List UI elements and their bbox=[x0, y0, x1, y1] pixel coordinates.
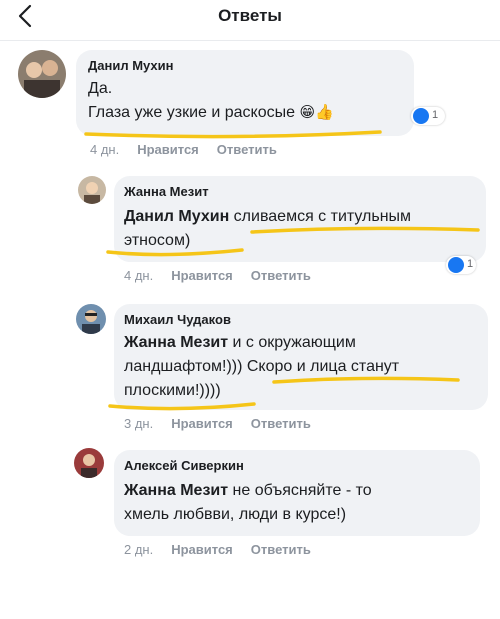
comment-line: Да. bbox=[88, 80, 113, 97]
like-link[interactable]: Нравится bbox=[171, 542, 233, 557]
highlight-underline bbox=[108, 402, 256, 411]
emoji-grin-thumbs-icon: 😁👍 bbox=[299, 104, 334, 121]
comment-author[interactable]: Алексей Сиверкин bbox=[124, 458, 244, 473]
reaction-count[interactable]: 1 bbox=[411, 107, 445, 125]
reply-link[interactable]: Ответить bbox=[251, 268, 311, 283]
mention-link[interactable]: Данил Мухин bbox=[124, 208, 229, 225]
comment-line: хмель любвви, люди в курсе!) bbox=[124, 506, 347, 523]
avatar[interactable] bbox=[74, 448, 104, 478]
highlight-underline bbox=[272, 376, 460, 384]
comment-bubble: Михаил Чудаков Жанна Мезит и с окружающи… bbox=[114, 304, 488, 410]
comment-line: плоскими!)))) bbox=[124, 382, 221, 399]
highlight-underline bbox=[84, 130, 382, 139]
avatar[interactable] bbox=[18, 50, 66, 98]
header-divider bbox=[0, 40, 500, 41]
comment-author[interactable]: Жанна Мезит bbox=[124, 184, 209, 199]
reply-link[interactable]: Ответить bbox=[251, 542, 311, 557]
comment-author[interactable]: Данил Мухин bbox=[88, 58, 174, 73]
reply-link[interactable]: Ответить bbox=[217, 142, 277, 157]
reply-link[interactable]: Ответить bbox=[251, 416, 311, 431]
avatar[interactable] bbox=[78, 176, 106, 204]
comment-line: Жанна Мезит не объясняйте - то bbox=[124, 480, 372, 502]
comment-bubble: Данил Мухин Да. Глаза уже узкие и раскос… bbox=[76, 50, 414, 136]
comment-author[interactable]: Михаил Чудаков bbox=[124, 312, 231, 327]
comment-actions: 4 дн. Нравится Ответить bbox=[124, 268, 329, 283]
highlight-underline bbox=[250, 226, 480, 234]
comment-actions: 4 дн. Нравится Ответить bbox=[90, 142, 295, 157]
comment-bubble: Алексей Сиверкин Жанна Мезит не объясняй… bbox=[114, 450, 480, 536]
header: Ответы bbox=[0, 0, 500, 36]
like-link[interactable]: Нравится bbox=[137, 142, 199, 157]
reaction-count[interactable]: 1 bbox=[446, 256, 476, 274]
like-link[interactable]: Нравится bbox=[171, 268, 233, 283]
comment-line: Жанна Мезит и с окружающим bbox=[124, 332, 356, 354]
page-title: Ответы bbox=[218, 6, 282, 25]
mention-link[interactable]: Жанна Мезит bbox=[124, 334, 228, 351]
highlight-underline bbox=[106, 248, 244, 257]
comment-text: Глаза уже узкие и раскосые bbox=[88, 104, 295, 121]
comment-time: 4 дн. bbox=[124, 268, 154, 283]
comment-text: не объясняйте - то bbox=[228, 482, 372, 499]
like-link[interactable]: Нравится bbox=[171, 416, 233, 431]
comment-time: 4 дн. bbox=[90, 142, 120, 157]
comment-actions: 2 дн. Нравится Ответить bbox=[124, 542, 329, 557]
comment-text: и с окружающим bbox=[228, 334, 356, 351]
comment-text: сливаемся с титульным bbox=[229, 208, 412, 225]
comment-actions: 3 дн. Нравится Ответить bbox=[124, 416, 329, 431]
like-reaction-icon bbox=[448, 257, 464, 273]
mention-link[interactable]: Жанна Мезит bbox=[124, 482, 228, 499]
comment-time: 2 дн. bbox=[124, 542, 154, 557]
comment-time: 3 дн. bbox=[124, 416, 154, 431]
comment-line: Глаза уже узкие и раскосые 😁👍 bbox=[88, 102, 334, 124]
avatar[interactable] bbox=[76, 304, 106, 334]
like-reaction-icon bbox=[413, 108, 429, 124]
